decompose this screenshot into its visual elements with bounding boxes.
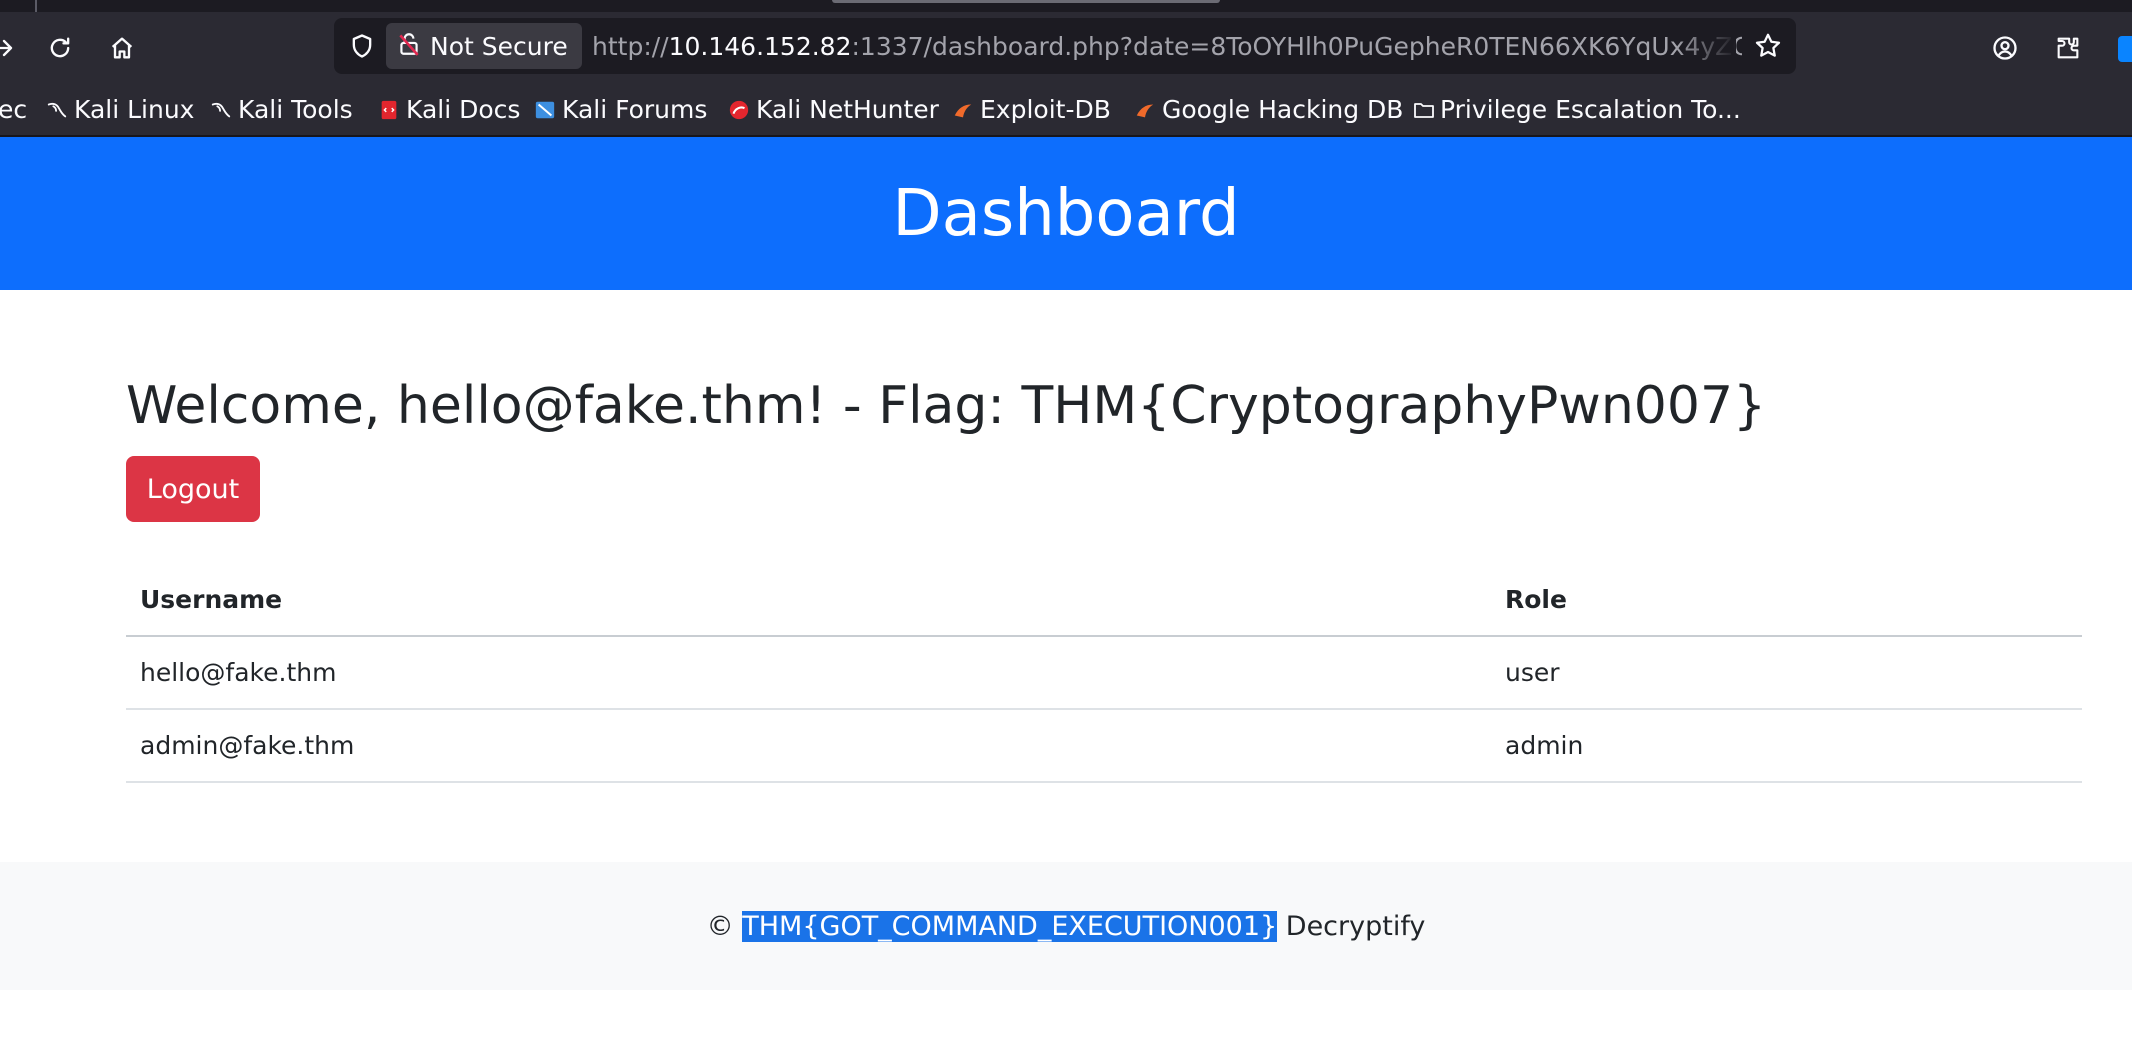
bookmark-kali-nethunter[interactable]: Kali NetHunter xyxy=(728,83,939,135)
footer-flag-selected: THM{GOT_COMMAND_EXECUTION001} xyxy=(742,910,1278,942)
exploitdb-icon xyxy=(1134,98,1156,120)
kali-docs-icon xyxy=(378,98,400,120)
url-text[interactable]: http://10.146.152.82:1337/dashboard.php?… xyxy=(592,18,1742,74)
bookmark-kali-forums[interactable]: Kali Forums xyxy=(534,83,707,135)
users-table: Username Role hello@fake.thm user admin@… xyxy=(126,564,2082,783)
page-header: Dashboard xyxy=(0,137,2132,290)
url-host: 10.146.152.82 xyxy=(668,31,852,61)
shield-icon[interactable] xyxy=(344,28,380,64)
bookmark-google-hacking-db[interactable]: Google Hacking DB xyxy=(1134,83,1403,135)
footer-brand: Decryptify xyxy=(1285,910,1426,942)
kali-forums-icon xyxy=(534,98,556,120)
logout-button[interactable]: Logout xyxy=(126,456,260,522)
tab-strip xyxy=(0,0,2132,12)
page-title: Dashboard xyxy=(892,176,1240,251)
column-header-username: Username xyxy=(126,564,1491,637)
extensions-icon[interactable] xyxy=(2046,26,2090,70)
forward-icon[interactable] xyxy=(0,26,26,70)
role-cell: user xyxy=(1491,636,2082,710)
insecure-lock-icon xyxy=(396,31,422,61)
reload-icon[interactable] xyxy=(38,26,82,70)
bookmark-exploit-db[interactable]: Exploit-DB xyxy=(952,83,1111,135)
nethunter-icon xyxy=(728,98,750,120)
bookmark-truncated[interactable]: ec xyxy=(0,83,27,135)
exploitdb-icon xyxy=(952,98,974,120)
bookmark-kali-linux[interactable]: Kali Linux xyxy=(46,83,194,135)
table-row: admin@fake.thm admin xyxy=(126,709,2082,783)
bookmark-kali-tools[interactable]: Kali Tools xyxy=(210,83,353,135)
tab-separator xyxy=(35,0,37,12)
address-bar[interactable]: Not Secure http://10.146.152.82:1337/das… xyxy=(334,18,1796,74)
username-cell: hello@fake.thm xyxy=(126,636,1491,710)
not-secure-badge[interactable]: Not Secure xyxy=(386,23,582,69)
table-header-row: Username Role xyxy=(126,564,2082,637)
navigation-toolbar: Not Secure http://10.146.152.82:1337/das… xyxy=(0,12,2132,83)
bookmark-kali-docs[interactable]: Kali Docs xyxy=(378,83,520,135)
security-label: Not Secure xyxy=(430,31,568,61)
url-scheme: http:// xyxy=(592,31,669,61)
welcome-message: Welcome, hello@fake.thm! - Flag: THM{Cry… xyxy=(126,376,1767,436)
role-cell: admin xyxy=(1491,709,2082,783)
bookmarks-toolbar: ec Kali Linux Kali Tools Kali Docs Kali … xyxy=(0,83,2132,137)
folder-icon xyxy=(1412,98,1434,120)
table-row: hello@fake.thm user xyxy=(126,636,2082,710)
page-footer: © THM{GOT_COMMAND_EXECUTION001} Decrypti… xyxy=(0,862,2132,990)
kali-dragon-icon xyxy=(210,98,232,120)
bookmark-star-icon[interactable] xyxy=(1750,28,1786,64)
url-path: :1337/dashboard.php?date=8ToOYHlh0PuGeph… xyxy=(851,31,1743,61)
account-icon[interactable] xyxy=(1983,26,2027,70)
column-header-role: Role xyxy=(1491,564,2082,637)
copyright-symbol: © xyxy=(706,910,734,942)
active-tab[interactable] xyxy=(832,0,1220,3)
bookmark-folder-privilege-escalation[interactable]: Privilege Escalation To... xyxy=(1412,83,1741,135)
overflow-menu-icon[interactable] xyxy=(2118,36,2132,62)
username-cell: admin@fake.thm xyxy=(126,709,1491,783)
kali-dragon-icon xyxy=(46,98,68,120)
home-icon[interactable] xyxy=(100,26,144,70)
url-fade xyxy=(1676,18,1736,74)
